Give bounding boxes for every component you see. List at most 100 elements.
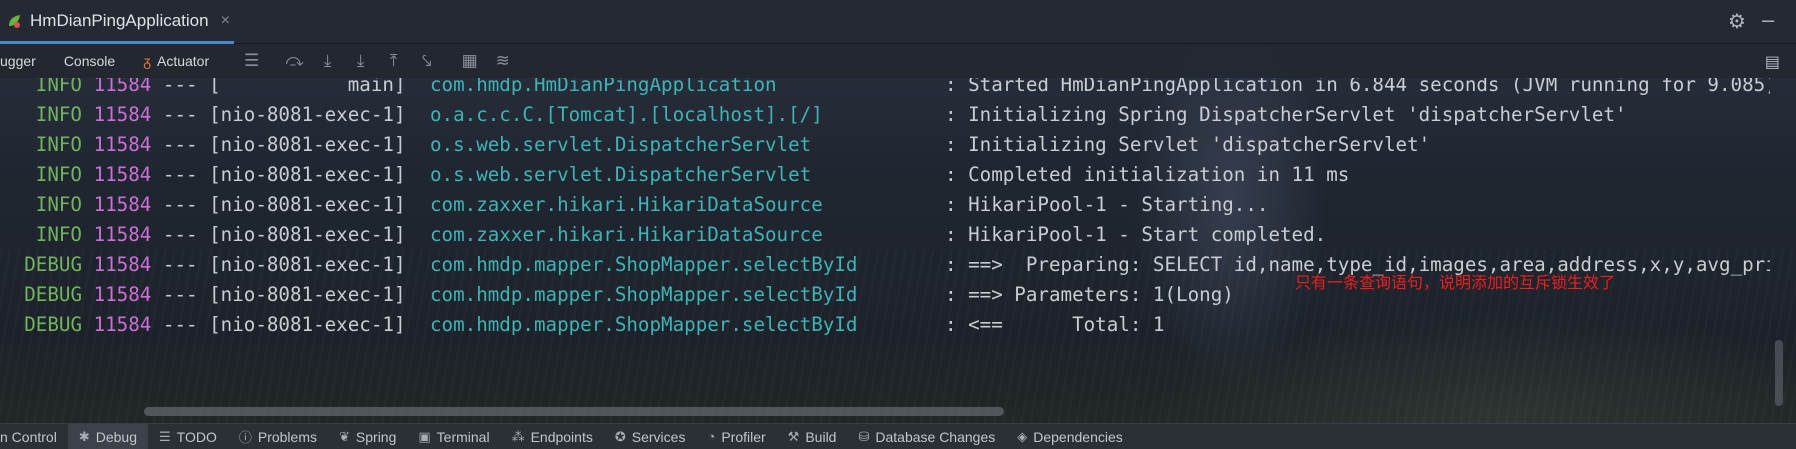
log-logger[interactable]: com.hmdp.HmDianPingApplication [430, 78, 777, 100]
tool-label: n Control [0, 428, 57, 445]
log-logger[interactable]: com.hmdp.mapper.ShopMapper.selectById [430, 250, 857, 280]
log-pid: 11584 [93, 193, 152, 216]
tool-problems[interactable]: ⓘ Problems [228, 424, 328, 449]
log-separator: --- [162, 193, 198, 216]
log-thread: [nio-8081-exec-1] [209, 223, 406, 246]
tool-label: Spring [355, 428, 397, 445]
log-logger[interactable]: com.zaxxer.hikari.HikariDataSource [430, 190, 823, 220]
log-logger[interactable]: o.s.web.servlet.DispatcherServlet [430, 130, 811, 160]
tool-database-changes[interactable]: ⛁ Database Changes [847, 424, 1006, 449]
tab-console[interactable]: Console [50, 44, 129, 78]
log-level: INFO [35, 223, 82, 246]
tool-todo[interactable]: ☰ TODO [148, 424, 228, 449]
debug-toolstrip: ugger Console ᵹ Actuator ☰ ⤼ ⤓ ⤓ ⤒ ⤥ ▦ ≋… [0, 44, 1796, 78]
log-line: DEBUG 11584 --- [nio-8081-exec-1] com.hmd… [0, 310, 1164, 340]
log-pid: 11584 [93, 133, 152, 156]
log-pid: 11584 [93, 253, 152, 276]
log-thread: [nio-8081-exec-1] [209, 133, 406, 156]
log-line: DEBUG 11584 --- [nio-8081-exec-1] com.hmd… [0, 250, 1770, 280]
tool-endpoints[interactable]: ⁂ Endpoints [501, 424, 604, 449]
log-message: : <== Total: 1 [945, 313, 1165, 336]
step-out-icon[interactable]: ⤒ [377, 44, 410, 78]
log-logger[interactable]: com.hmdp.mapper.ShopMapper.selectById [430, 310, 857, 340]
tool-profiler[interactable]: ◔ Profiler [696, 424, 776, 449]
close-icon[interactable]: × [221, 12, 230, 30]
tab-actuator[interactable]: ᵹ Actuator [129, 44, 223, 78]
log-message: : HikariPool-1 - Starting... [945, 193, 1269, 216]
log-logger[interactable]: com.zaxxer.hikari.HikariDataSource [430, 220, 823, 250]
log-level: INFO [35, 103, 82, 126]
gear-icon[interactable]: ⚙ [1728, 12, 1748, 32]
step-into-icon[interactable]: ⤓ [311, 44, 344, 78]
tab-actuator-label: Actuator [156, 53, 210, 69]
hide-icon[interactable]: – [1762, 9, 1782, 31]
log-level: INFO [35, 193, 82, 216]
log-separator: --- [162, 133, 198, 156]
log-message: : Initializing Spring DispatcherServlet … [945, 103, 1627, 126]
tool-label: Build [805, 428, 837, 445]
tool-services[interactable]: ✪ Services [604, 424, 697, 449]
terminal-icon: ▣ [418, 428, 431, 444]
tool-run-control[interactable]: n Control [0, 424, 68, 449]
log-line: INFO 11584 --- [nio-8081-exec-1] o.s.web.… [0, 130, 1430, 160]
tool-label: Terminal [436, 428, 490, 445]
tool-label: Dependencies [1033, 428, 1123, 445]
log-line: INFO 11584 --- [nio-8081-exec-1] com.zaxx… [0, 190, 1269, 220]
tab-console-label: Console [63, 53, 116, 69]
console-output[interactable]: INFO 11584 --- [ main] com.hmdp.HmDianPin… [0, 78, 1770, 403]
log-separator: --- [162, 78, 198, 96]
log-level: DEBUG [24, 313, 82, 336]
log-separator: --- [162, 313, 198, 336]
tool-spring[interactable]: ❦ Spring [328, 424, 407, 449]
dependencies-icon: ◈ [1017, 428, 1028, 444]
log-separator: --- [162, 163, 198, 186]
services-icon: ✪ [614, 428, 626, 444]
menu-icon[interactable]: ☰ [235, 44, 268, 78]
tool-window-bar: n Control ✱ Debug ☰ TODO ⓘ Problems ❦ Sp… [0, 423, 1796, 449]
horizontal-scrollbar[interactable] [144, 407, 1004, 416]
log-line: INFO 11584 --- [nio-8081-exec-1] com.zaxx… [0, 220, 1326, 250]
log-thread: [nio-8081-exec-1] [209, 163, 406, 186]
log-line: INFO 11584 --- [nio-8081-exec-1] o.a.c.c.… [0, 100, 1627, 130]
log-thread: [nio-8081-exec-1] [209, 253, 406, 276]
run-tab-hmdianping[interactable]: HmDianPingApplication × [0, 0, 234, 44]
tool-label: Services [631, 428, 686, 445]
hammer-icon: ⚒ [787, 428, 800, 444]
log-line: INFO 11584 --- [nio-8081-exec-1] o.s.web.… [0, 160, 1350, 190]
log-logger[interactable]: o.a.c.c.C.[Tomcat].[localhost].[/] [430, 100, 823, 130]
log-logger[interactable]: com.hmdp.mapper.ShopMapper.selectById [430, 280, 857, 310]
log-thread: [nio-8081-exec-1] [209, 193, 406, 216]
step-over-icon[interactable]: ⤼ [278, 44, 311, 78]
run-to-cursor-icon[interactable]: ⤥ [410, 44, 443, 78]
trace-stream-icon[interactable]: ≋ [486, 44, 519, 78]
actuator-icon: ᵹ [143, 53, 151, 69]
layout-settings-icon[interactable]: ▤ [1765, 52, 1780, 72]
log-message: : ==> Parameters: 1(Long) [945, 283, 1234, 306]
tab-debugger[interactable]: ugger [0, 44, 50, 78]
debug-actions: ☰ ⤼ ⤓ ⤓ ⤒ ⤥ ▦ ≋ [235, 44, 519, 78]
vertical-scrollbar[interactable] [1775, 340, 1783, 406]
log-pid: 11584 [93, 103, 152, 126]
log-pid: 11584 [93, 223, 152, 246]
log-level: DEBUG [24, 283, 82, 306]
log-thread: [ main] [209, 78, 406, 96]
list-icon: ☰ [158, 428, 171, 444]
tool-label: Problems [257, 428, 317, 445]
log-level: INFO [35, 163, 82, 186]
log-separator: --- [162, 223, 198, 246]
log-message: : Completed initialization in 11 ms [945, 163, 1350, 186]
evaluate-expression-icon[interactable]: ▦ [453, 44, 486, 78]
log-separator: --- [162, 253, 198, 276]
tool-terminal[interactable]: ▣ Terminal [407, 424, 500, 449]
tool-dependencies[interactable]: ◈ Dependencies [1006, 424, 1134, 449]
bug-icon: ✱ [78, 428, 90, 444]
log-logger[interactable]: o.s.web.servlet.DispatcherServlet [430, 160, 811, 190]
tool-label: Database Changes [875, 428, 996, 445]
endpoints-icon: ⁂ [511, 428, 525, 444]
force-step-into-icon[interactable]: ⤓ [344, 44, 377, 78]
run-tab-bar: HmDianPingApplication × ⚙ – [0, 0, 1796, 44]
database-icon: ⛁ [858, 428, 870, 444]
tool-label: Profiler [721, 428, 766, 445]
tool-debug[interactable]: ✱ Debug [67, 423, 148, 449]
tool-build[interactable]: ⚒ Build [777, 424, 848, 449]
